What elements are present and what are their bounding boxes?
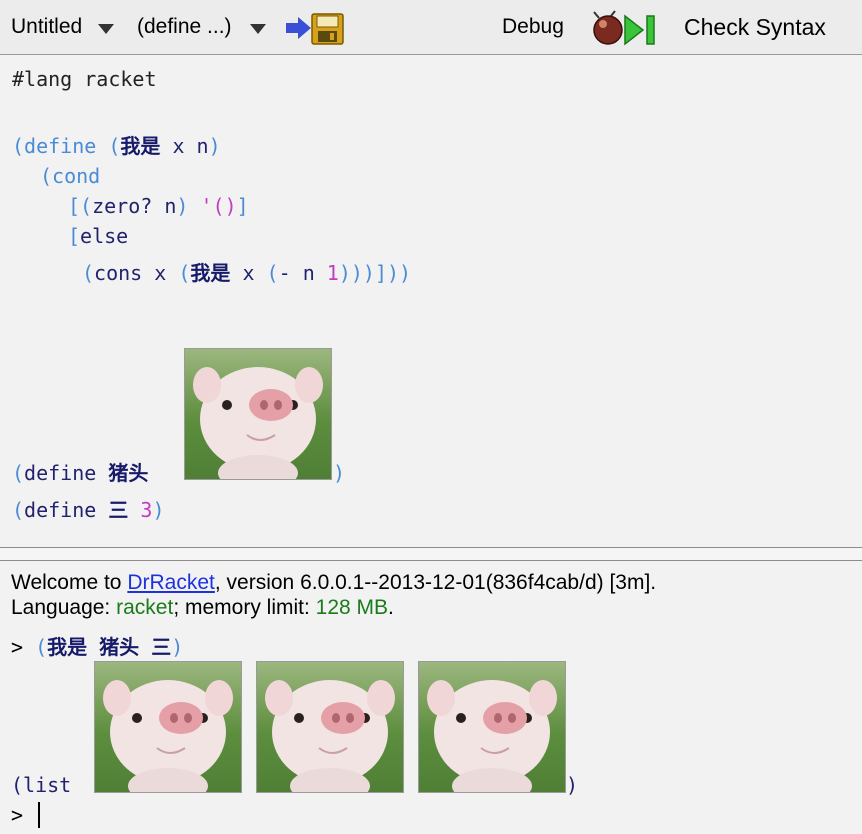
debug-controls[interactable] — [591, 10, 661, 46]
code-line-define: (define (我是 x n) — [12, 134, 221, 158]
arrow-right-icon — [286, 17, 311, 39]
code-line-cons: (cons x (我是 x (- n 1)))])) — [82, 261, 412, 285]
definitions-editor[interactable]: #lang racket (define (我是 x n) (cond [(ze… — [0, 55, 862, 545]
code-line-cond: (cond — [40, 164, 101, 188]
drracket-link[interactable]: DrRacket — [127, 571, 215, 594]
fn-name: 我是 — [120, 134, 161, 158]
step-icon — [646, 15, 655, 45]
save-icon — [311, 13, 344, 45]
save-button[interactable] — [284, 13, 346, 45]
define-menu[interactable]: (define ...) — [137, 15, 232, 39]
run-icon — [624, 14, 645, 46]
chevron-down-icon[interactable] — [250, 24, 266, 34]
bug-icon — [593, 10, 623, 45]
file-name-menu[interactable]: Untitled — [11, 15, 82, 39]
code-line-define-three: (define 三 3) — [12, 498, 165, 522]
repl-result-prefix: (list — [11, 773, 72, 797]
pig-image — [418, 661, 566, 793]
code-line-zero: [(zero? n) '()] — [68, 194, 249, 218]
debug-button[interactable]: Debug — [502, 15, 564, 39]
repl-input-line: > (我是 猪头 三) — [11, 635, 184, 659]
code-line-define-pig: (define 猪头 — [12, 461, 149, 485]
check-syntax-button[interactable]: Check Syntax — [684, 14, 826, 41]
pig-image — [184, 348, 332, 480]
repl-result-close: ) — [566, 773, 579, 797]
welcome-line: Welcome to DrRacket, version 6.0.0.1--20… — [11, 571, 657, 594]
chevron-down-icon[interactable] — [98, 24, 114, 34]
toolbar: Untitled (define ...) Debug Check Syntax — [0, 0, 862, 55]
pig-image — [256, 661, 404, 793]
pane-divider[interactable] — [0, 547, 862, 561]
repl-prompt: > — [11, 803, 24, 827]
define-keyword: (define — [12, 134, 97, 158]
lang-line: #lang racket — [12, 67, 157, 91]
language-line: Language: racket; memory limit: 128 MB. — [11, 596, 394, 619]
text-cursor — [38, 802, 40, 828]
pig-image — [94, 661, 242, 793]
code-line-else: [else — [68, 224, 129, 248]
var-pig: 猪头 — [108, 461, 149, 485]
